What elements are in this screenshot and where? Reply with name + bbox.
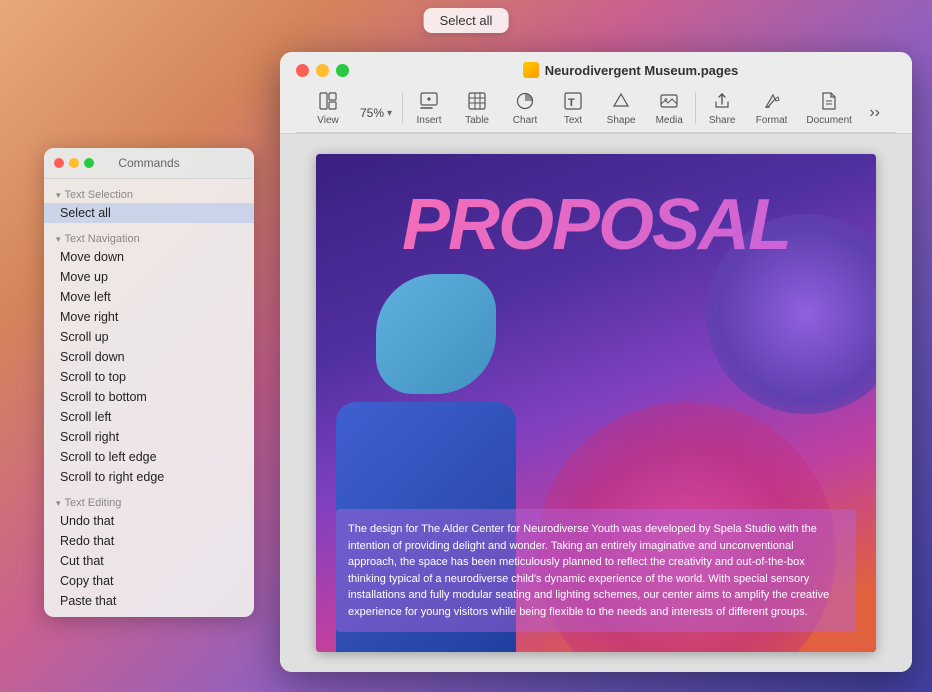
section-label: Text Selection: [65, 189, 133, 201]
command-move-right[interactable]: Move right: [44, 307, 254, 327]
document-page: PROPOSAL The design for The Alder Center…: [316, 154, 876, 652]
zoom-chevron-icon: ▾: [387, 108, 392, 119]
window-title: Neurodivergent Museum.pages: [365, 62, 896, 78]
window-title-text: Neurodivergent Museum.pages: [545, 63, 739, 78]
close-icon-small[interactable]: [54, 158, 64, 168]
pages-window: Neurodivergent Museum.pages View 75% ▾: [280, 52, 912, 672]
toolbar-divider-1: [402, 92, 403, 124]
close-button[interactable]: [296, 64, 309, 77]
chevron-icon-2: ▾: [56, 234, 61, 245]
format-icon: [763, 92, 781, 113]
media-label: Media: [656, 115, 683, 126]
format-button[interactable]: Format: [746, 86, 797, 132]
command-scroll-to-bottom[interactable]: Scroll to bottom: [44, 387, 254, 407]
titlebar-top: Neurodivergent Museum.pages: [296, 62, 896, 78]
shape-button[interactable]: Shape: [597, 86, 645, 132]
command-cut[interactable]: Cut that: [44, 551, 254, 571]
pages-app-icon: [523, 62, 539, 78]
section-text-navigation: ▾ Text Navigation: [44, 229, 254, 247]
command-scroll-right-edge[interactable]: Scroll to right edge: [44, 467, 254, 487]
commands-title: Commands: [118, 156, 179, 170]
text-label: Text: [564, 115, 582, 126]
traffic-lights-small: [54, 158, 94, 168]
table-label: Table: [465, 115, 489, 126]
insert-label: Insert: [417, 115, 442, 126]
select-all-button[interactable]: Select all: [424, 8, 509, 33]
section-text-editing: ▾ Text Editing: [44, 493, 254, 511]
commands-panel: Commands ▾ Text Selection Select all ▾ T…: [44, 148, 254, 617]
commands-content: ▾ Text Selection Select all ▾ Text Navig…: [44, 179, 254, 617]
zoom-value: 75%: [360, 106, 384, 120]
zoom-selector[interactable]: 75% ▾: [352, 100, 400, 126]
page-background: PROPOSAL The design for The Alder Center…: [316, 154, 876, 652]
command-move-up[interactable]: Move up: [44, 267, 254, 287]
command-scroll-left-edge[interactable]: Scroll to left edge: [44, 447, 254, 467]
maximize-icon-small[interactable]: [84, 158, 94, 168]
view-label: View: [317, 115, 339, 126]
document-label: Document: [806, 115, 852, 126]
share-icon: [713, 92, 731, 113]
command-select-all[interactable]: Select all: [44, 203, 254, 223]
more-button[interactable]: ››: [861, 98, 888, 132]
svg-text:T: T: [568, 97, 575, 109]
traffic-lights: [296, 64, 349, 77]
view-button[interactable]: View: [304, 86, 352, 132]
document-area: PROPOSAL The design for The Alder Center…: [280, 134, 912, 672]
share-button[interactable]: Share: [698, 86, 746, 132]
document-button[interactable]: Document: [797, 86, 861, 132]
chart-label: Chart: [513, 115, 537, 126]
format-label: Format: [756, 115, 788, 126]
insert-button[interactable]: Insert: [405, 86, 453, 132]
chevron-icon: ▾: [56, 190, 61, 201]
window-titlebar: Neurodivergent Museum.pages View 75% ▾: [280, 52, 912, 134]
section-text-selection: ▾ Text Selection: [44, 185, 254, 203]
media-button[interactable]: Media: [645, 86, 693, 132]
table-icon: [468, 92, 486, 113]
shape-label: Shape: [607, 115, 636, 126]
share-label: Share: [709, 115, 736, 126]
command-scroll-up[interactable]: Scroll up: [44, 327, 254, 347]
command-scroll-down[interactable]: Scroll down: [44, 347, 254, 367]
insert-icon: [420, 92, 438, 113]
chart-button[interactable]: Chart: [501, 86, 549, 132]
command-scroll-to-top[interactable]: Scroll to top: [44, 367, 254, 387]
command-undo[interactable]: Undo that: [44, 511, 254, 531]
section-label-3: Text Editing: [65, 497, 122, 509]
command-scroll-right[interactable]: Scroll right: [44, 427, 254, 447]
document-body: The design for The Alder Center for Neur…: [336, 509, 856, 632]
text-button[interactable]: T Text: [549, 86, 597, 132]
view-icon: [319, 92, 337, 113]
decorative-blob: [376, 274, 496, 394]
chart-icon: [516, 92, 534, 113]
toolbar-divider-2: [695, 92, 696, 124]
minimize-icon-small[interactable]: [69, 158, 79, 168]
maximize-button[interactable]: [336, 64, 349, 77]
command-paste[interactable]: Paste that: [44, 591, 254, 611]
toolbar: View 75% ▾ Insert: [296, 86, 896, 133]
chevron-icon-3: ▾: [56, 498, 61, 509]
minimize-button[interactable]: [316, 64, 329, 77]
text-icon: T: [564, 92, 582, 113]
document-icon: [820, 92, 838, 113]
table-button[interactable]: Table: [453, 86, 501, 132]
command-scroll-left[interactable]: Scroll left: [44, 407, 254, 427]
commands-titlebar: Commands: [44, 148, 254, 179]
section-label-2: Text Navigation: [65, 233, 140, 245]
command-move-down[interactable]: Move down: [44, 247, 254, 267]
shape-icon: [612, 92, 630, 113]
document-heading: PROPOSAL: [316, 184, 876, 266]
command-redo[interactable]: Redo that: [44, 531, 254, 551]
command-move-left[interactable]: Move left: [44, 287, 254, 307]
body-text: The design for The Alder Center for Neur…: [348, 521, 844, 620]
media-icon: [660, 92, 678, 113]
command-copy[interactable]: Copy that: [44, 571, 254, 591]
